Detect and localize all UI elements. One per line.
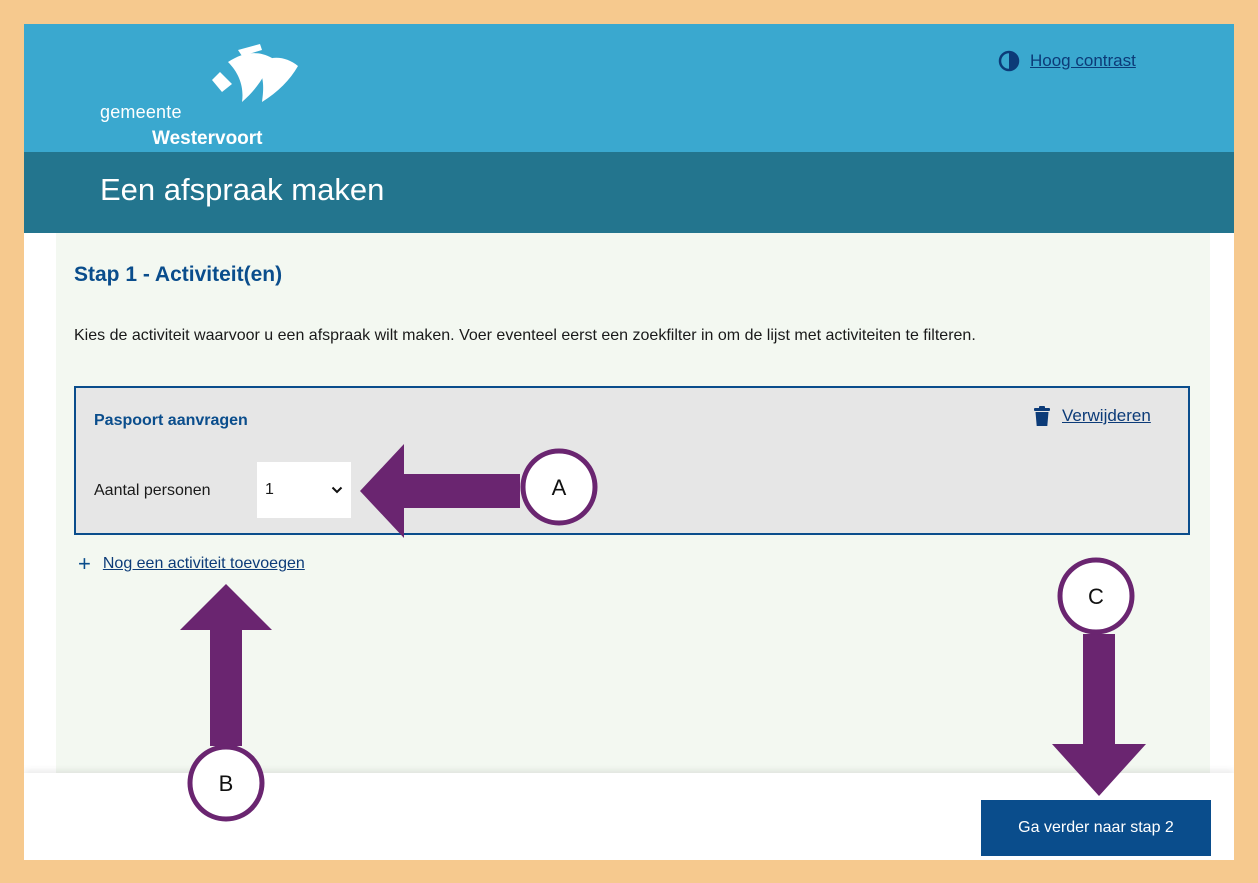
title-bar: Een afspraak maken	[24, 152, 1234, 233]
logo-mark-icon	[212, 44, 298, 102]
next-step-button[interactable]: Ga verder naar stap 2	[981, 800, 1211, 856]
high-contrast-link[interactable]: Hoog contrast	[1030, 51, 1136, 71]
footer-bar: Ga verder naar stap 2	[24, 773, 1234, 860]
plus-icon: +	[78, 551, 91, 576]
chevron-down-icon	[331, 486, 343, 494]
add-activity-link[interactable]: Nog een activiteit toevoegen	[103, 555, 305, 573]
activity-card: Paspoort aanvragen Verwijderen Aantal pe…	[74, 386, 1190, 535]
site-header: gemeente Westervoort Hoog contrast	[24, 24, 1234, 152]
persons-label: Aantal personen	[94, 482, 211, 499]
contrast-icon	[998, 50, 1020, 72]
app-frame: gemeente Westervoort Hoog contrast Een a…	[24, 24, 1234, 860]
persons-select[interactable]: 1	[257, 462, 351, 518]
page-title: Een afspraak maken	[100, 172, 385, 207]
municipality-logo[interactable]: gemeente Westervoort	[100, 44, 320, 149]
logo-line-1: gemeente	[100, 102, 182, 122]
high-contrast-toggle[interactable]: Hoog contrast	[998, 50, 1136, 72]
logo-line-2: Westervoort	[152, 128, 263, 149]
main-content: Stap 1 - Activiteit(en) Kies de activite…	[56, 233, 1210, 773]
step-heading: Stap 1 - Activiteit(en)	[74, 263, 283, 286]
remove-activity-link[interactable]: Verwijderen	[1062, 406, 1151, 426]
step-intro: Kies de activiteit waarvoor u een afspra…	[74, 327, 976, 344]
add-activity-button[interactable]: + Nog een activiteit toevoegen	[78, 553, 305, 575]
activity-name: Paspoort aanvragen	[94, 412, 248, 429]
trash-icon	[1034, 406, 1050, 426]
remove-activity-button[interactable]: Verwijderen	[1034, 406, 1151, 426]
persons-select-value: 1	[265, 481, 274, 498]
